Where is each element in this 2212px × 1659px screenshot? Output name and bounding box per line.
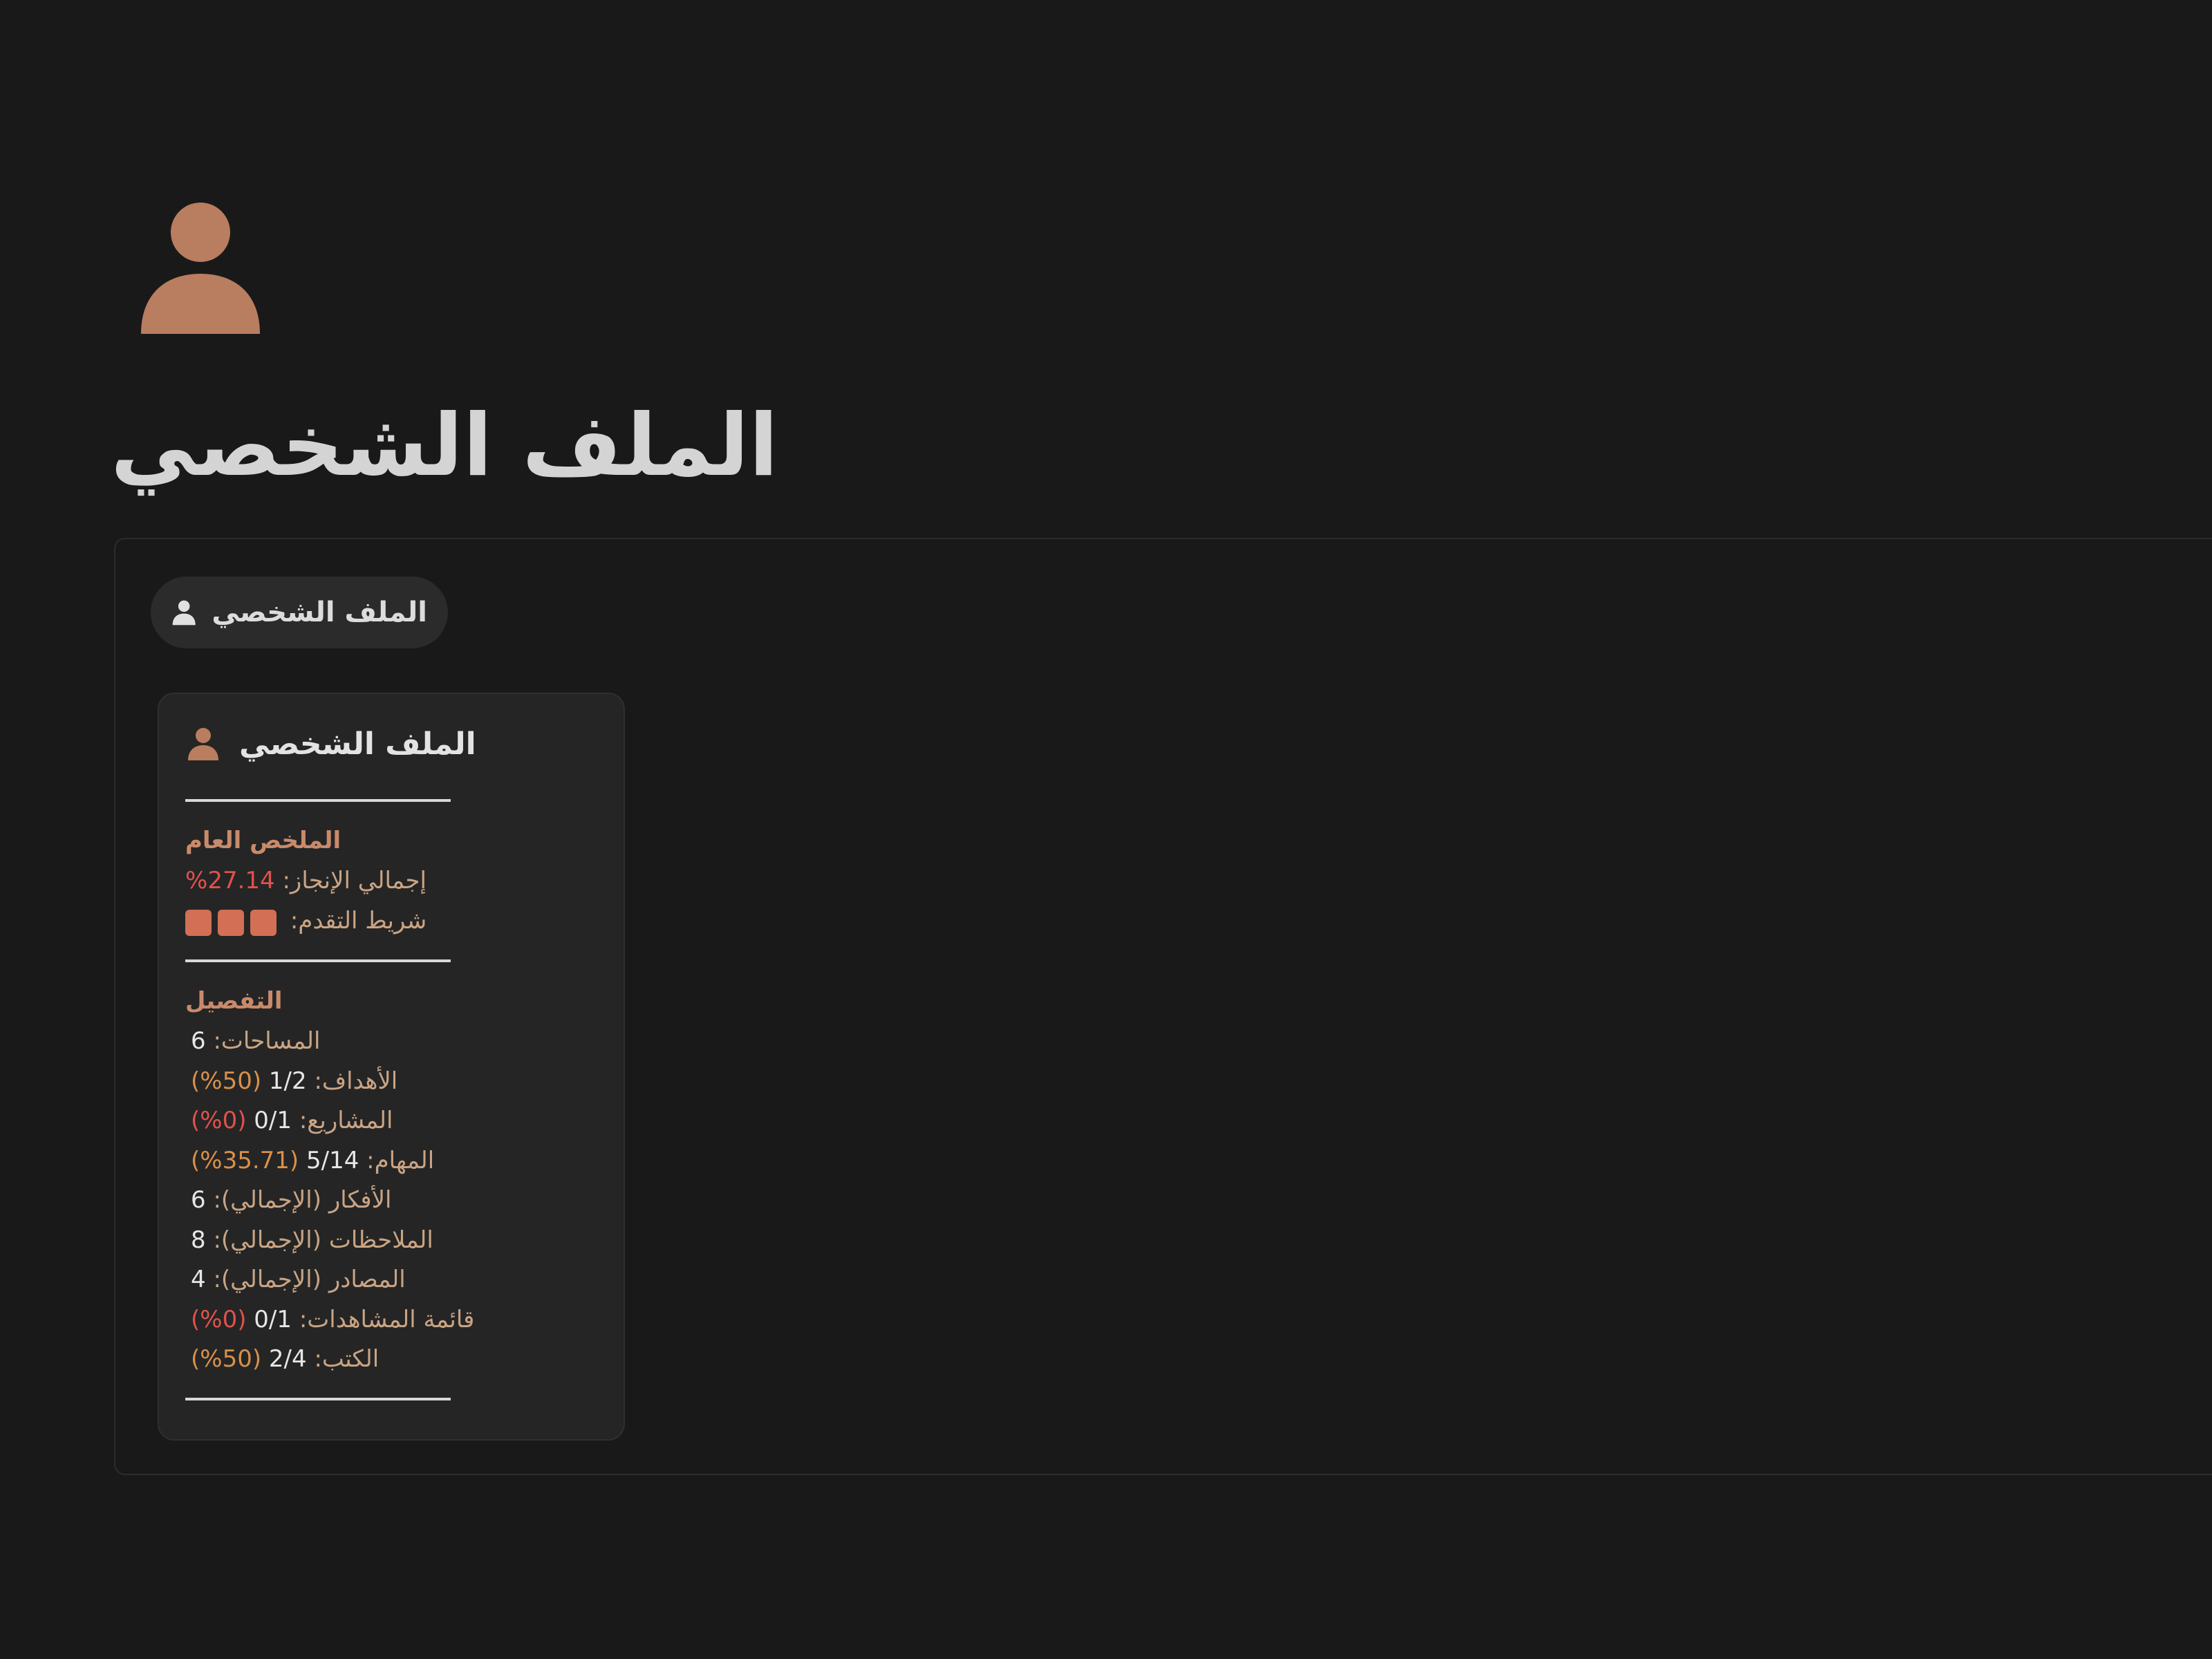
details-heading: التفصيل	[185, 987, 283, 1015]
page: الملف الشخصي الملف الشخصي الملف الشخصي ا…	[0, 0, 2212, 1659]
detail-value: 2/4	[268, 1345, 307, 1373]
profile-card[interactable]: الملف الشخصي الملخص العام إجمالي الإنجاز…	[158, 693, 625, 1441]
detail-row: المصادر (الإجمالي): 4	[191, 1260, 619, 1299]
progress-block	[250, 910, 276, 936]
view-tab-label: الملف الشخصي	[212, 597, 427, 628]
divider	[185, 1398, 451, 1400]
detail-label: الأفكار (الإجمالي):	[213, 1186, 392, 1214]
progress-block	[218, 910, 244, 936]
detail-row: قائمة المشاهدات: 0/1 (0%)	[191, 1300, 619, 1339]
detail-row: المشاريع: 0/1 (0%)	[191, 1101, 619, 1140]
detail-row: الملاحظات (الإجمالي): 8	[191, 1221, 619, 1259]
detail-label: المصادر (الإجمالي):	[213, 1266, 406, 1293]
progress-row: شريط التقدم:	[185, 901, 614, 940]
progress-label: شريط التقدم:	[290, 907, 427, 935]
card-header: الملف الشخصي	[187, 722, 476, 766]
detail-value: 1/2	[268, 1067, 307, 1095]
detail-value: 0/1	[254, 1305, 292, 1333]
person-icon	[188, 728, 218, 760]
detail-label: الكتب:	[314, 1345, 379, 1373]
detail-percentage: (0%)	[191, 1107, 247, 1134]
detail-label: المهام:	[366, 1146, 435, 1174]
detail-label: الملاحظات (الإجمالي):	[213, 1226, 433, 1254]
detail-row: المساحات: 6	[191, 1022, 619, 1060]
detail-value: 0/1	[254, 1107, 292, 1134]
detail-row: الأفكار (الإجمالي): 6	[191, 1181, 619, 1219]
detail-value: 6	[191, 1186, 206, 1214]
completion-row: إجمالي الإنجاز: 27.14%	[185, 861, 614, 900]
page-title[interactable]: الملف الشخصي	[111, 387, 802, 505]
card-title: الملف الشخصي	[239, 726, 476, 762]
detail-label: الأهداف:	[314, 1067, 398, 1095]
progress-bar	[185, 903, 283, 941]
detail-value: 6	[191, 1027, 206, 1055]
detail-label: قائمة المشاهدات:	[299, 1305, 475, 1333]
detail-row: الكتب: 2/4 (50%)	[191, 1340, 619, 1378]
progress-block	[185, 910, 212, 936]
detail-label: المشاريع:	[299, 1107, 393, 1134]
divider	[185, 799, 451, 802]
detail-row: المهام: 5/14 (35.71%)	[191, 1141, 619, 1180]
completion-label: إجمالي الإنجاز:	[282, 867, 427, 894]
person-icon	[172, 600, 196, 626]
detail-value: 5/14	[306, 1146, 359, 1174]
detail-value: 4	[191, 1266, 206, 1293]
view-tab-profile[interactable]: الملف الشخصي	[151, 577, 448, 648]
person-icon[interactable]	[131, 192, 270, 344]
detail-percentage: (35.71%)	[191, 1146, 299, 1174]
detail-percentage: (0%)	[191, 1305, 247, 1333]
detail-label: المساحات:	[213, 1027, 321, 1055]
completion-value: 27.14%	[185, 867, 275, 894]
detail-row: الأهداف: 1/2 (50%)	[191, 1062, 619, 1100]
divider	[185, 959, 451, 962]
detail-percentage: (50%)	[191, 1345, 262, 1373]
detail-value: 8	[191, 1226, 206, 1254]
summary-heading: الملخص العام	[185, 827, 341, 854]
detail-percentage: (50%)	[191, 1067, 262, 1095]
